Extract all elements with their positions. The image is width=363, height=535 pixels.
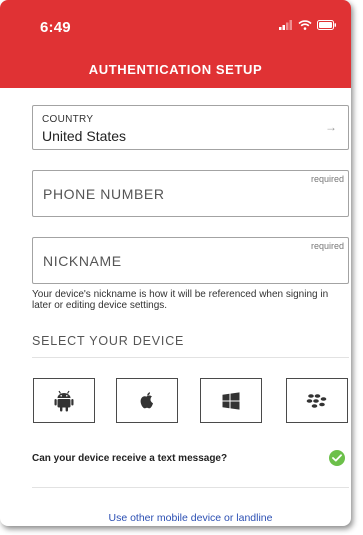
android-icon <box>54 390 74 411</box>
device-blackberry-button[interactable] <box>286 378 348 423</box>
phone-number-input[interactable]: required PHONE NUMBER <box>32 170 349 217</box>
divider <box>32 487 349 488</box>
nickname-required-tag: required <box>310 241 344 251</box>
checkmark-icon <box>332 454 342 462</box>
status-time: 6:49 <box>40 19 71 36</box>
other-device-link[interactable]: Use other mobile device or landline <box>0 512 351 524</box>
phone-screen: 6:49 AUTHENTICATION SETUP COUNTRY United… <box>0 0 351 526</box>
device-apple-button[interactable] <box>116 378 178 423</box>
phone-required-tag: required <box>310 174 344 184</box>
signal-icon <box>279 20 292 30</box>
nickname-input[interactable]: required NICKNAME <box>32 237 349 284</box>
sms-question: Can your device receive a text message? <box>32 453 228 464</box>
status-icons <box>279 20 337 30</box>
wifi-icon <box>298 20 312 30</box>
divider <box>32 357 349 358</box>
battery-icon <box>317 20 336 30</box>
blackberry-icon <box>306 393 327 408</box>
app-header: 6:49 AUTHENTICATION SETUP <box>0 0 351 88</box>
arrow-right-icon: → <box>325 120 337 134</box>
windows-icon <box>222 391 240 410</box>
country-value: United States <box>42 128 127 144</box>
nickname-placeholder: NICKNAME <box>43 253 122 269</box>
device-android-button[interactable] <box>33 378 95 423</box>
page-title: AUTHENTICATION SETUP <box>88 62 263 77</box>
nickname-helper-text: Your device's nickname is how it will be… <box>32 289 329 311</box>
sms-check-icon[interactable] <box>329 450 345 466</box>
country-selector[interactable]: COUNTRY United States → <box>32 105 349 150</box>
device-section-title: SELECT YOUR DEVICE <box>32 334 185 348</box>
phone-placeholder: PHONE NUMBER <box>43 186 165 202</box>
device-windows-button[interactable] <box>200 378 262 423</box>
country-label: COUNTRY <box>42 114 94 125</box>
apple-icon <box>140 391 153 408</box>
